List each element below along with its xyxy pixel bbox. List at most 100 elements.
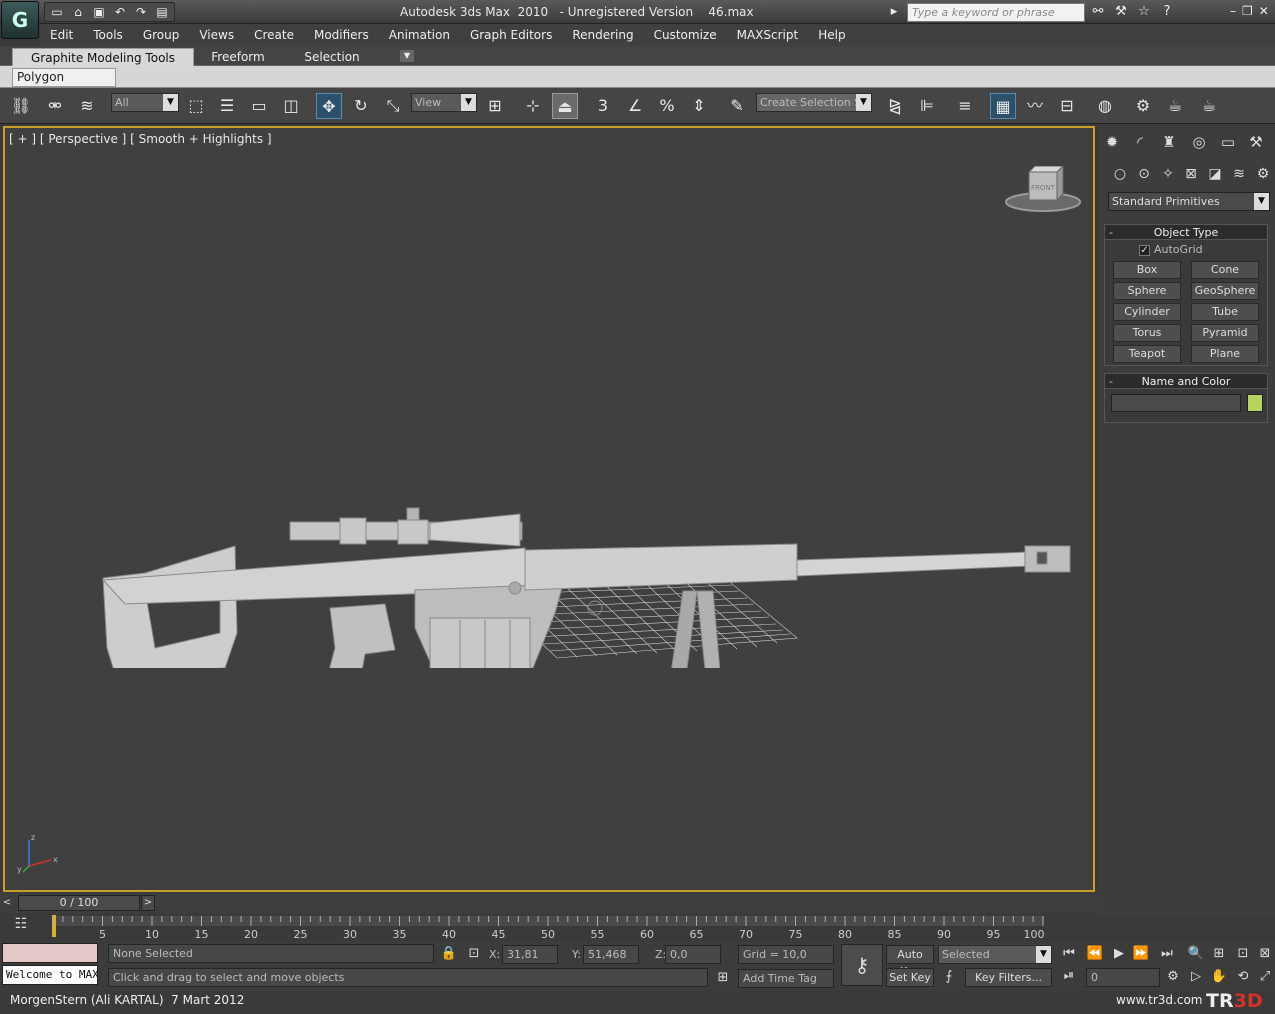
key-filters-button[interactable]: Key Filters... (965, 968, 1052, 987)
object-type-rollout-header[interactable]: - Object Type (1105, 225, 1267, 240)
mirror-icon[interactable]: ⧎ (882, 93, 908, 119)
close-button[interactable]: ✕ (1259, 4, 1269, 18)
x-coordinate-field[interactable]: 31,81 (502, 945, 558, 964)
object-color-swatch[interactable] (1247, 394, 1263, 412)
redo-icon[interactable]: ↷ (132, 4, 150, 20)
autogrid-checkbox[interactable]: ✓ AutoGrid (1139, 243, 1203, 256)
align-icon[interactable]: ⊫ (914, 93, 940, 119)
undo-icon[interactable]: ↶ (111, 4, 129, 20)
menu-views[interactable]: Views (189, 28, 244, 42)
cylinder-button[interactable]: Cylinder (1113, 303, 1181, 321)
select-and-rotate-icon[interactable]: ↻ (348, 93, 374, 119)
y-coordinate-field[interactable]: 51,468 (583, 945, 639, 964)
lights-icon[interactable]: ✧ (1158, 164, 1178, 184)
layer-manager-icon[interactable]: ≡ (952, 93, 978, 119)
next-frame-arrow[interactable]: > (141, 895, 155, 911)
sniper-rifle-model[interactable] (85, 368, 1085, 668)
star-icon[interactable]: ☆ (1134, 3, 1154, 21)
geosphere-button[interactable]: GeoSphere (1191, 282, 1259, 300)
default-in-out-tangents-icon[interactable]: ⨍ (940, 968, 958, 986)
primitive-type-dropdown[interactable]: Standard Primitives ▼ (1108, 192, 1270, 211)
rectangular-selection-icon[interactable]: ▭ (246, 93, 272, 119)
motion-tab-icon[interactable]: ◎ (1187, 130, 1211, 154)
rendered-frame-window-icon[interactable]: ☕ (1162, 93, 1188, 119)
key-selection-dropdown[interactable]: Selected ▼ (938, 945, 1052, 964)
minimize-button[interactable]: – (1230, 4, 1236, 18)
binoculars-icon[interactable]: ⚯ (1088, 3, 1108, 21)
tools-icon[interactable]: ⚒ (1111, 3, 1131, 21)
spacewarps-icon[interactable]: ≋ (1229, 164, 1249, 184)
helpers-icon[interactable]: ◪ (1205, 164, 1225, 184)
torus-button[interactable]: Torus (1113, 324, 1181, 342)
percent-snap-icon[interactable]: % (654, 93, 680, 119)
absolute-mode-icon[interactable]: ⊡ (465, 945, 483, 963)
pyramid-button[interactable]: Pyramid (1191, 324, 1259, 342)
menu-maxscript[interactable]: MAXScript (727, 28, 809, 42)
viewport-label[interactable]: [ + ] [ Perspective ] [ Smooth + Highlig… (9, 132, 272, 146)
quick-render-icon[interactable]: ☕ (1196, 93, 1222, 119)
cameras-icon[interactable]: ⊠ (1181, 164, 1201, 184)
open-file-icon[interactable]: ⌂ (69, 4, 87, 20)
named-selection-sets-dropdown[interactable]: Create Selection Se ▼ (756, 93, 872, 112)
add-time-tag[interactable]: Add Time Tag (738, 969, 834, 988)
ribbon-options-icon[interactable]: ▼ (400, 50, 414, 62)
selection-filter-dropdown[interactable]: All ▼ (111, 93, 179, 112)
graphite-toggle-icon[interactable]: ▦ (990, 93, 1016, 119)
tab-selection[interactable]: Selection (296, 48, 368, 66)
menu-rendering[interactable]: Rendering (562, 28, 643, 42)
tube-button[interactable]: Tube (1191, 303, 1259, 321)
viewcube-right-face[interactable] (1056, 166, 1064, 202)
angle-snap-icon[interactable]: ∠ (622, 93, 648, 119)
lock-selection-icon[interactable]: 🔒 (440, 945, 458, 963)
menu-customize[interactable]: Customize (644, 28, 727, 42)
render-setup-icon[interactable]: ⚙ (1130, 93, 1156, 119)
select-by-name-icon[interactable]: ☰ (214, 93, 240, 119)
display-tab-icon[interactable]: ▭ (1216, 130, 1240, 154)
material-editor-icon[interactable]: ◍ (1092, 93, 1118, 119)
create-tab-icon[interactable]: ✹ (1100, 130, 1124, 154)
unlink-icon[interactable]: ⚮ (42, 93, 68, 119)
track-bar-ruler[interactable]: 5 10 15 20 25 30 35 40 45 50 55 60 65 70 75 80 85 90 95 100 (52, 914, 1044, 940)
viewcube[interactable]: FRONT (1003, 166, 1083, 214)
edit-named-selection-icon[interactable]: ✎ (724, 93, 750, 119)
pan-view-icon[interactable]: ✋ (1210, 968, 1228, 986)
plane-button[interactable]: Plane (1191, 345, 1259, 363)
expand-search-icon[interactable]: ▸ (884, 3, 904, 21)
teapot-button[interactable]: Teapot (1113, 345, 1181, 363)
key-mode-toggle-icon[interactable]: ⏯ (1060, 967, 1078, 985)
current-frame-field[interactable]: 0 (1086, 968, 1160, 987)
select-object-icon[interactable]: ⬚ (183, 93, 209, 119)
reference-coordinate-dropdown[interactable]: View ▼ (411, 93, 477, 112)
menu-modifiers[interactable]: Modifiers (304, 28, 379, 42)
geometry-icon[interactable]: ○ (1110, 164, 1130, 184)
play-icon[interactable]: ▶ (1110, 945, 1128, 963)
sphere-button[interactable]: Sphere (1113, 282, 1181, 300)
restore-button[interactable]: ❐ (1242, 4, 1253, 18)
curve-editor-icon[interactable]: 〰 (1022, 93, 1048, 119)
maxscript-listener-output[interactable] (2, 943, 98, 963)
time-configuration-icon[interactable]: ⚙ (1164, 968, 1182, 986)
menu-create[interactable]: Create (244, 28, 304, 42)
curve-editor-mini-icon[interactable]: ☷ (10, 916, 32, 936)
time-slider[interactable]: 0 / 100 (18, 895, 140, 911)
bind-space-warp-icon[interactable]: ≋ (74, 93, 100, 119)
maxscript-listener-input[interactable]: Welcome to MAXScript (2, 965, 98, 985)
go-to-end-icon[interactable]: ⏭ (1158, 945, 1176, 963)
box-button[interactable]: Box (1113, 261, 1181, 279)
keyboard-shortcut-override-icon[interactable]: ⏏ (552, 93, 578, 119)
select-and-link-icon[interactable]: ⛓ (8, 93, 34, 119)
window-crossing-icon[interactable]: ◫ (278, 93, 304, 119)
menu-graph-editors[interactable]: Graph Editors (460, 28, 562, 42)
select-and-move-icon[interactable]: ✥ (316, 93, 342, 119)
name-and-color-rollout-header[interactable]: - Name and Color (1105, 374, 1267, 389)
search-input[interactable]: Type a keyword or phrase (907, 2, 1085, 22)
manipulate-icon[interactable]: ⊹ (520, 93, 546, 119)
hierarchy-tab-icon[interactable]: ♜ (1157, 130, 1181, 154)
utilities-tab-icon[interactable]: ⚒ (1244, 130, 1268, 154)
z-coordinate-field[interactable]: 0,0 (665, 945, 721, 964)
application-button[interactable]: G (1, 1, 39, 39)
perspective-viewport[interactable]: [ + ] [ Perspective ] [ Smooth + Highlig… (3, 126, 1095, 892)
track-bar[interactable]: ☷ 5 10 15 20 25 30 35 40 45 50 55 60 65 70 75 80 85 90 95 1… (0, 913, 1098, 941)
spinner-snap-icon[interactable]: ⇕ (686, 93, 712, 119)
schematic-view-icon[interactable]: ⊟ (1054, 93, 1080, 119)
